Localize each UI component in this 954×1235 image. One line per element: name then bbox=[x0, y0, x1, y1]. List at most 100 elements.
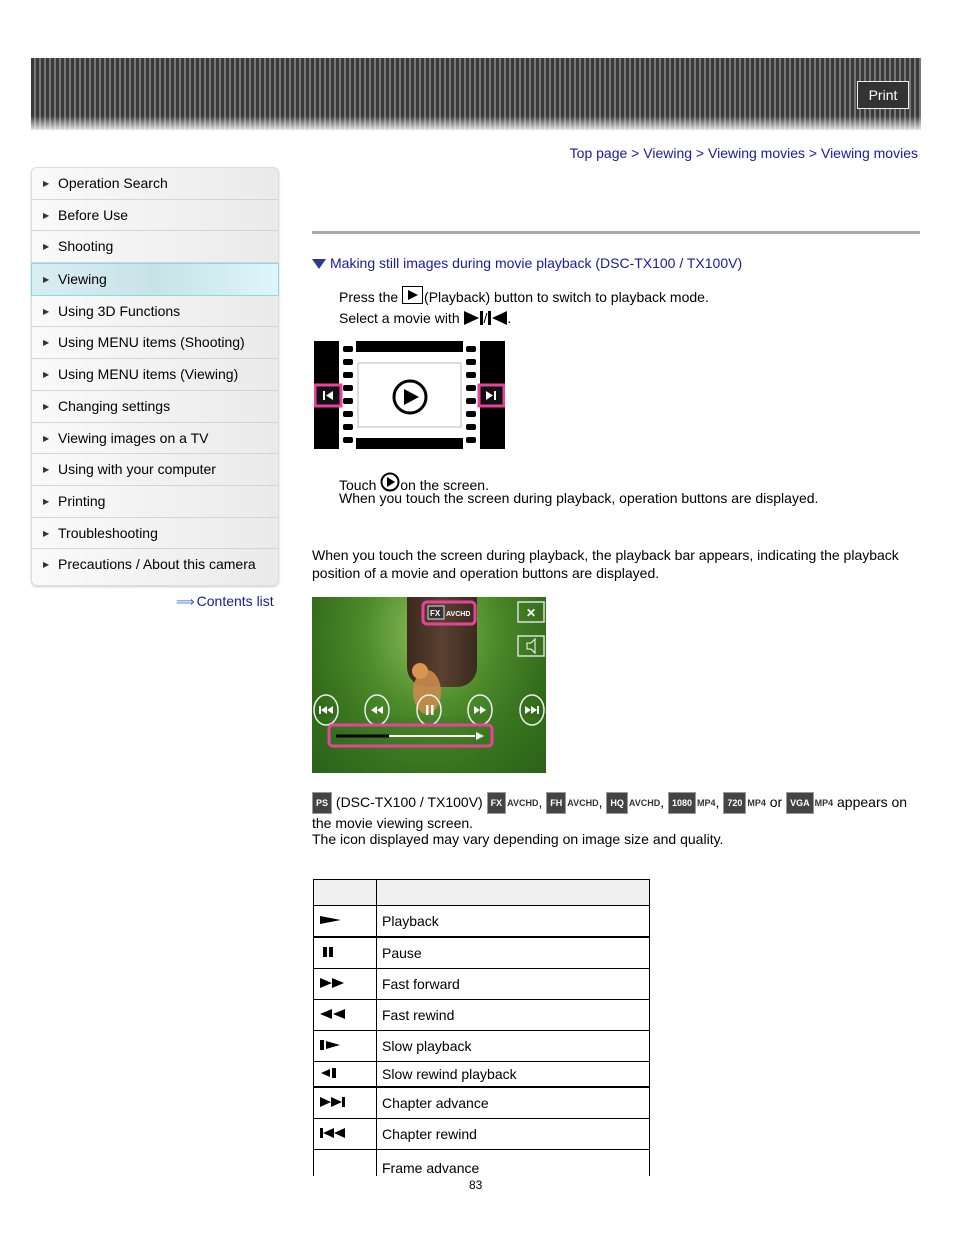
svg-text:✕: ✕ bbox=[526, 606, 536, 620]
table-header-row bbox=[313, 879, 650, 906]
fast-forward-icon bbox=[320, 978, 344, 988]
sidebar-item-menu-viewing[interactable]: ▶ Using MENU items (Viewing) bbox=[32, 359, 278, 391]
film-strip-graphic bbox=[313, 341, 506, 449]
arrow-right-icon: ▶ bbox=[43, 528, 50, 538]
fast-rewind-icon bbox=[320, 1009, 345, 1019]
section-title: Making still images during movie playbac… bbox=[330, 255, 743, 271]
divider bbox=[312, 231, 920, 234]
vga-badge-icon: VGA bbox=[786, 792, 814, 814]
table-row: Fast rewind bbox=[313, 999, 650, 1031]
header-banner: Print bbox=[31, 58, 921, 130]
format-label: AVCHD bbox=[507, 798, 539, 808]
table-row: Pause bbox=[313, 936, 650, 969]
operation-label: Fast rewind bbox=[376, 999, 650, 1031]
table-row: Playback bbox=[313, 905, 650, 938]
arrow-right-icon: ▶ bbox=[43, 370, 50, 380]
sidebar-item-label: Changing settings bbox=[58, 397, 171, 414]
arrow-right-icon: ⟹ bbox=[176, 594, 195, 609]
frame-advance-icon-cell bbox=[313, 1149, 377, 1176]
720-badge-icon: 720 bbox=[723, 792, 747, 814]
playback-button-icon bbox=[402, 286, 424, 304]
play-circle-icon bbox=[380, 472, 400, 492]
sidebar-item-label: Troubleshooting bbox=[58, 524, 158, 541]
fx-badge-icon: FX bbox=[486, 792, 507, 814]
format-label: MP4 bbox=[814, 798, 834, 808]
step-2: Select a movie with /. bbox=[339, 310, 511, 326]
print-button[interactable]: Print bbox=[857, 81, 909, 109]
sidebar-item-label: Using MENU items (Viewing) bbox=[58, 366, 239, 383]
icons-description: PS (DSC-TX100 / TX100V) FX AVCHD, FH AVCHD… bbox=[312, 792, 908, 831]
sidebar-item-3d-functions[interactable]: ▶ Using 3D Functions bbox=[32, 296, 278, 328]
breadcrumb-viewing[interactable]: Viewing bbox=[643, 145, 692, 161]
table-row: Chapter advance bbox=[313, 1086, 650, 1119]
operation-label: Chapter rewind bbox=[376, 1118, 650, 1150]
fh-badge-icon: FH bbox=[546, 792, 567, 814]
operation-label: Playback bbox=[376, 905, 650, 938]
breadcrumb-top-page[interactable]: Top page bbox=[570, 145, 628, 161]
sidebar-item-shooting[interactable]: ▶ Shooting bbox=[32, 231, 278, 264]
contents-list-link[interactable]: ⟹ Contents list bbox=[176, 593, 274, 610]
breadcrumb-current[interactable]: Viewing movies bbox=[821, 145, 918, 161]
arrow-right-icon: ▶ bbox=[43, 338, 50, 348]
operation-label: Slow playback bbox=[376, 1030, 650, 1062]
sidebar-item-menu-shooting[interactable]: ▶ Using MENU items (Shooting) bbox=[32, 327, 278, 360]
operation-label: Slow rewind playback bbox=[376, 1061, 650, 1088]
step-2-end: . bbox=[507, 310, 512, 326]
icon-variation-note: The icon displayed may vary depending on… bbox=[312, 831, 724, 847]
sidebar-item-printing[interactable]: ▶ Printing bbox=[32, 486, 278, 518]
arrow-right-icon: ▶ bbox=[43, 465, 50, 475]
sidebar-item-label: Viewing images on a TV bbox=[58, 429, 209, 446]
breadcrumb: Top page > Viewing > Viewing movies > Vi… bbox=[570, 145, 918, 161]
operation-label: Pause bbox=[376, 936, 650, 969]
step-2-text: Select a movie with bbox=[339, 310, 460, 326]
or-text: or bbox=[769, 794, 783, 810]
table-row: Frame advance bbox=[313, 1149, 650, 1176]
chapter-advance-icon bbox=[320, 1097, 345, 1107]
page-number: 83 bbox=[469, 1178, 483, 1192]
operation-label: Frame advance bbox=[376, 1149, 650, 1176]
playback-bar-description: When you touch the screen during playbac… bbox=[312, 547, 899, 581]
sidebar-item-label: Using MENU items (Shooting) bbox=[58, 334, 245, 351]
svg-text:FX: FX bbox=[430, 609, 441, 618]
step-3-note: When you touch the screen during playbac… bbox=[339, 490, 819, 506]
triangle-down-icon bbox=[312, 259, 326, 269]
arrow-right-icon: ▶ bbox=[43, 275, 50, 285]
sidebar-item-before-use[interactable]: ▶ Before Use bbox=[32, 200, 278, 232]
step-1-text-post: (Playback) button to switch to playback … bbox=[424, 289, 709, 305]
table-header-icon bbox=[313, 879, 377, 906]
breadcrumb-viewing-movies[interactable]: Viewing movies bbox=[708, 145, 805, 161]
sidebar-item-tv[interactable]: ▶ Viewing images on a TV bbox=[32, 423, 278, 455]
sidebar-item-operation-search[interactable]: ▶ Operation Search bbox=[32, 168, 278, 200]
sidebar-nav: ▶ Operation Search ▶ Before Use ▶ Shooting … bbox=[31, 167, 279, 587]
slow-rewind-icon bbox=[321, 1068, 336, 1078]
arrow-right-icon: ▶ bbox=[43, 210, 50, 220]
operations-table: Playback Pause Fast forward Fast rewind … bbox=[313, 879, 650, 1176]
sidebar-item-computer[interactable]: ▶ Using with your computer bbox=[32, 454, 278, 486]
model-text: (DSC-TX100 / TX100V) bbox=[335, 794, 483, 810]
previous-icon bbox=[488, 311, 508, 325]
sidebar-item-label: Shooting bbox=[58, 238, 114, 255]
contents-list-label: Contents list bbox=[196, 593, 274, 609]
hq-badge-icon: HQ bbox=[606, 792, 628, 814]
sidebar-item-label: Precautions / About this camera bbox=[58, 556, 256, 573]
slow-playback-icon bbox=[320, 1040, 340, 1050]
arrow-right-icon: ▶ bbox=[43, 306, 50, 316]
sidebar-item-changing-settings[interactable]: ▶ Changing settings bbox=[32, 391, 278, 423]
section-heading-link[interactable]: Making still images during movie playbac… bbox=[312, 255, 742, 271]
table-row: Slow playback bbox=[313, 1030, 650, 1062]
movie-playback-screenshot: FX AVCHD ✕ bbox=[312, 597, 546, 773]
table-row: Slow rewind playback bbox=[313, 1061, 650, 1088]
breadcrumb-separator: > bbox=[695, 145, 705, 161]
sidebar-item-precautions[interactable]: ▶ Precautions / About this camera bbox=[32, 549, 278, 585]
chapter-rewind-icon bbox=[320, 1128, 345, 1138]
play-icon bbox=[320, 916, 341, 924]
format-label: AVCHD bbox=[567, 798, 599, 808]
film-strip-illustration bbox=[313, 341, 506, 449]
sidebar-item-label: Using 3D Functions bbox=[58, 302, 181, 319]
arrow-right-icon: ▶ bbox=[43, 560, 50, 570]
sidebar-item-troubleshooting[interactable]: ▶ Troubleshooting bbox=[32, 518, 278, 550]
operation-label: Chapter advance bbox=[376, 1086, 650, 1119]
sidebar-item-viewing[interactable]: ▶ Viewing bbox=[31, 263, 279, 296]
table-row: Chapter rewind bbox=[313, 1118, 650, 1150]
step-1: Press the (Playback) button to switch to… bbox=[339, 286, 709, 305]
